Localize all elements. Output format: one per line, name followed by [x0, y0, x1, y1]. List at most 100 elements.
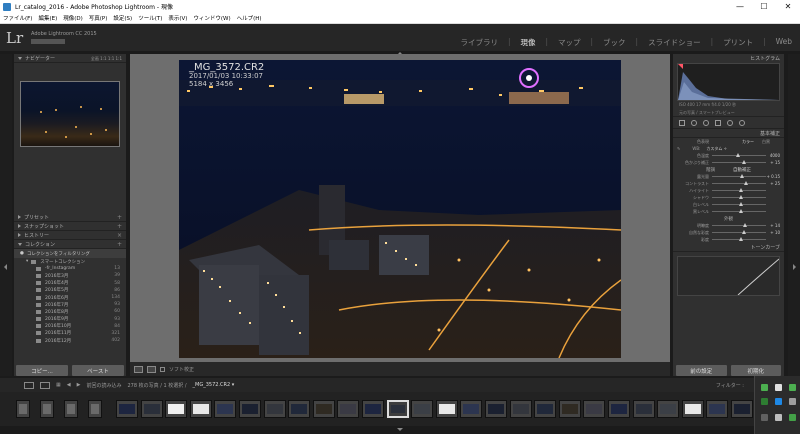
source-label[interactable]: 前回の読み込み	[86, 382, 121, 389]
slider-handle[interactable]	[741, 160, 746, 164]
filmstrip-thumbnail[interactable]	[608, 400, 630, 418]
filmstrip-thumbnail[interactable]	[214, 400, 237, 418]
slider-handle[interactable]	[739, 209, 743, 213]
collection-item[interactable]: 2016年11月 321	[14, 330, 126, 337]
filmstrip-thumbnail[interactable]	[362, 400, 384, 418]
module-library[interactable]: ライブラリ	[460, 37, 498, 48]
slider-track[interactable]	[712, 230, 766, 234]
crop-tool-icon[interactable]	[679, 119, 685, 126]
slider-track[interactable]	[712, 223, 766, 227]
slider-value[interactable]: + 0.15	[766, 174, 780, 179]
filmstrip-thumbnail[interactable]	[558, 400, 581, 418]
slider-value[interactable]: + 15	[766, 160, 780, 165]
red-eye-icon[interactable]	[703, 119, 709, 126]
module-book[interactable]: ブック	[603, 37, 626, 48]
smart-collection-folder[interactable]: ▾ スマートコレクション	[14, 258, 126, 265]
tonecurve-header[interactable]: トーンカーブ	[673, 243, 784, 252]
filmstrip-thumbnail[interactable]	[657, 400, 680, 418]
slider-track[interactable]	[712, 188, 766, 192]
left-panel-toggle-icon[interactable]	[4, 264, 7, 270]
collection-item[interactable]: 2016年4月 58	[14, 280, 126, 287]
filter-label[interactable]: フィルター :	[716, 382, 744, 389]
collection-item[interactable]: 2016年8月 60	[14, 308, 126, 315]
navigator-header[interactable]: ナビゲーター 全画 1:1 1:1 1:1	[14, 54, 126, 63]
snapshots-header[interactable]: スナップショット +	[14, 222, 126, 231]
tray-app-icon[interactable]	[761, 384, 768, 391]
treatment-color-option[interactable]: カラー	[742, 139, 754, 145]
slider-track[interactable]	[712, 181, 766, 185]
spot-removal-icon[interactable]	[691, 119, 697, 126]
filmstrip-thumbnail[interactable]	[509, 400, 532, 418]
menu-photo[interactable]: 写真(P)	[89, 14, 108, 22]
collections-header[interactable]: コレクション +	[14, 240, 126, 249]
menu-edit[interactable]: 編集(E)	[38, 14, 57, 22]
slider-handle[interactable]	[744, 181, 749, 185]
tray-app-icon[interactable]	[761, 414, 768, 421]
right-panel-toggle-icon[interactable]	[793, 264, 796, 270]
navigator-preview[interactable]	[20, 81, 120, 147]
image-view[interactable]: _MG_3572.CR2 2017/01/03 10:33:07 5184 x …	[130, 54, 670, 362]
module-print[interactable]: プリント	[723, 37, 753, 48]
radial-filter-icon[interactable]	[727, 119, 733, 126]
filmstrip-thumbnail[interactable]	[583, 400, 606, 418]
filmstrip-thumbnail[interactable]	[263, 400, 286, 418]
menu-help[interactable]: ヘルプ(H)	[237, 14, 262, 22]
collection-filter[interactable]: ● コレクションをフィルタリング	[14, 249, 126, 258]
filmstrip-thumbnail-selected[interactable]	[386, 400, 409, 418]
eyedropper-icon[interactable]: ✎	[677, 146, 680, 151]
filmstrip-thumbnail[interactable]	[681, 400, 704, 418]
tray-app-icon[interactable]	[789, 398, 796, 405]
slider-value[interactable]: + 25	[766, 181, 780, 186]
graduated-filter-icon[interactable]	[715, 119, 721, 126]
copy-settings-button[interactable]: コピー...	[16, 365, 68, 376]
filmstrip-thumbnail[interactable]	[16, 400, 30, 418]
slider-handle[interactable]	[739, 202, 743, 206]
minimize-button[interactable]: —	[728, 0, 752, 13]
slider-value[interactable]: 4000	[766, 153, 780, 158]
collection-item[interactable]: 2016年7月 93	[14, 301, 126, 308]
filmstrip-thumbnail[interactable]	[165, 400, 188, 418]
collection-item[interactable]: 2016年12月 402	[14, 337, 126, 344]
slider-track[interactable]	[712, 209, 766, 213]
secondary-window-icon[interactable]	[40, 381, 50, 389]
filmstrip-thumbnail[interactable]	[460, 400, 483, 418]
slider-track[interactable]	[712, 174, 766, 178]
filmstrip-thumbnail[interactable]	[116, 400, 138, 418]
adjustment-brush-icon[interactable]	[739, 119, 745, 126]
menu-develop[interactable]: 現像(D)	[63, 14, 83, 22]
presets-header[interactable]: プリセット +	[14, 213, 126, 222]
tray-app-icon[interactable]	[775, 398, 782, 405]
menu-settings[interactable]: 設定(S)	[113, 14, 132, 22]
module-slideshow[interactable]: スライドショー	[648, 37, 701, 48]
filmstrip-thumbnail[interactable]	[337, 400, 360, 418]
collection-item[interactable]: 2016年9月 93	[14, 316, 126, 323]
filmstrip-thumbnail[interactable]	[140, 400, 163, 418]
before-after-icon[interactable]	[147, 365, 156, 373]
module-web[interactable]: Web	[776, 37, 792, 48]
selected-photo-name[interactable]: _MG_3572.CR2 ▾	[193, 382, 235, 388]
histogram-header[interactable]: ヒストグラム	[673, 54, 784, 63]
filmstrip-thumbnail[interactable]	[485, 400, 507, 418]
module-develop[interactable]: 現像	[520, 37, 535, 48]
add-collection-icon[interactable]: +	[117, 241, 122, 248]
slider-handle[interactable]	[741, 230, 746, 234]
collection-item[interactable]: -fr_Instagram 13	[14, 265, 126, 272]
slider-track[interactable]	[712, 237, 766, 241]
filmstrip-thumbnail[interactable]	[312, 400, 335, 418]
slider-track[interactable]	[712, 195, 766, 199]
photo-canvas[interactable]: _MG_3572.CR2 2017/01/03 10:33:07 5184 x …	[179, 60, 621, 358]
previous-settings-button[interactable]: 前の設定	[676, 365, 727, 376]
tray-app-icon[interactable]	[775, 384, 782, 391]
close-button[interactable]: ✕	[776, 0, 800, 13]
filmstrip-thumbnail[interactable]	[534, 400, 557, 418]
filmstrip-thumbnail[interactable]	[239, 400, 261, 418]
filmstrip-thumbnail[interactable]	[64, 400, 78, 418]
slider-handle[interactable]	[740, 174, 745, 178]
filmstrip-thumbnail[interactable]	[189, 400, 212, 418]
filmstrip-thumbnail[interactable]	[411, 400, 434, 418]
reset-button[interactable]: 初期化	[730, 365, 781, 376]
tray-app-icon[interactable]	[775, 414, 782, 421]
slider-handle[interactable]	[739, 188, 743, 192]
slider-track[interactable]	[712, 153, 766, 157]
filmstrip-toggle-icon[interactable]	[397, 428, 403, 431]
